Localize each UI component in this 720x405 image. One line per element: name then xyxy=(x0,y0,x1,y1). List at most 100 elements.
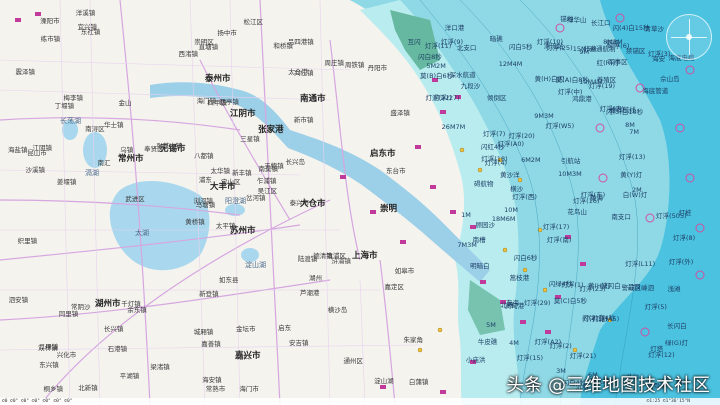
label-marine: 6M2M xyxy=(521,156,541,165)
label-marine: 闪红4秒 xyxy=(480,143,505,152)
label-town: 盛泽镇 xyxy=(390,109,410,118)
label-marine: 黄沙洋 xyxy=(500,171,520,180)
label-town: 朱家角 xyxy=(403,335,424,344)
label-marine: 青草沙 xyxy=(644,24,665,33)
label-town: 太仓港 xyxy=(288,67,308,76)
label-marine: 绿(G)灯 xyxy=(664,338,688,347)
label-marine: 灯浮(29) xyxy=(524,298,551,307)
label-marine: 海底管道 xyxy=(642,87,669,96)
label-town: 湖州 xyxy=(309,274,323,283)
label-marine: 横沙 xyxy=(510,184,524,193)
label-town: 港口 xyxy=(237,353,251,362)
label-town: 金坛市 xyxy=(235,324,256,333)
label-town: 宜兴镇 xyxy=(77,23,98,32)
label-marine: 10M xyxy=(504,206,518,215)
label-town: 洋溪镇 xyxy=(75,9,96,18)
label-marine: 浅滩 xyxy=(667,284,681,293)
nautical-map[interactable]: 大丰市 苏州市 上海市 南通市 张家港 常州市 无锡市 嘉兴市 湖州市 泰州市 … xyxy=(0,0,720,405)
label-town: 石港镇 xyxy=(107,344,128,353)
label-town: 兴化市 xyxy=(56,350,77,359)
label-marine: 灯浮(11) xyxy=(425,42,452,51)
label-marine: 灯浮(21) xyxy=(569,352,597,361)
label-marine: 长江口 xyxy=(590,19,611,28)
label-marine: 9M3M xyxy=(534,112,554,121)
label-town: 泰兴市 xyxy=(289,198,310,207)
label-town: 平湖镇 xyxy=(119,372,140,381)
label-marine: 2M xyxy=(631,186,642,195)
label-marine: 锚地 xyxy=(560,14,574,23)
label-marine: 分道通航制 xyxy=(583,45,616,54)
label-town: 东台市 xyxy=(385,166,406,175)
label-city: 上海市 xyxy=(352,251,378,261)
label-marine: 引航站 xyxy=(560,157,581,166)
label-town: 淀山湖 xyxy=(374,376,394,385)
label-town: 如皋市 xyxy=(394,266,415,275)
label-town: 昆山市 xyxy=(27,149,47,158)
label-town: 练市镇 xyxy=(40,34,61,43)
label-town: 千灯镇 xyxy=(121,300,141,309)
label-town: 如东县 xyxy=(218,276,239,285)
label-town: 南汇 xyxy=(97,158,111,167)
yangtze-river xyxy=(150,82,290,148)
label-town: 梁渚镇 xyxy=(150,362,170,371)
label-town: 长兴镇 xyxy=(103,324,124,333)
label-town: 新登镇 xyxy=(199,289,219,298)
label-town: 武进区 xyxy=(125,194,145,203)
label-town: 震泽镇 xyxy=(15,67,35,76)
label-town: 崇明区 xyxy=(194,37,214,46)
label-town: 海盐镇 xyxy=(8,145,28,154)
label-marine: 小庙洪 xyxy=(465,356,486,364)
label-marine: 灯浮(西) xyxy=(512,193,537,202)
label-marine: 花鸟山 xyxy=(567,208,587,216)
label-lake: 太湖 xyxy=(135,229,149,237)
label-marine: 灯浮(L11) xyxy=(625,260,656,269)
label-town: 沙溪镇 xyxy=(25,165,45,174)
label-town: 周庄镇 xyxy=(324,59,345,68)
label-town: 双林镇 xyxy=(38,343,58,352)
label-marine: 灯浮(15) xyxy=(516,353,543,362)
label-marine: 长闪白 xyxy=(667,321,687,330)
label-town: 八都镇 xyxy=(194,152,214,161)
label-marine: 嵊泗 xyxy=(640,283,654,292)
label-town: 浏河镇 xyxy=(193,197,213,206)
label-town: 四甲镇 xyxy=(207,98,227,107)
label-town: 三星镇 xyxy=(240,134,260,143)
label-town: 嘉定区 xyxy=(384,283,404,292)
label-marine: 北支口 xyxy=(456,44,477,53)
label-city: 张家港 xyxy=(258,125,284,135)
label-town: 南浔区 xyxy=(85,124,105,133)
label-town: 乌镇 xyxy=(120,145,134,154)
label-city: 常州市 xyxy=(118,154,144,164)
label-marine: 快闪白 xyxy=(601,282,621,291)
label-marine: 灯浮(内) xyxy=(599,104,625,113)
label-marine: 5M xyxy=(486,320,496,329)
label-town: 松江区 xyxy=(243,18,263,27)
status-left: ©0 ©0° ©0° ©0° ©0° ©0° ©0° xyxy=(2,399,73,404)
label-town: 同里镇 xyxy=(58,310,79,319)
label-marine: 灯浮(27) xyxy=(433,94,460,103)
label-marine: 北槽 xyxy=(500,301,514,310)
label-marine: 灯浮(东) xyxy=(580,190,606,199)
label-town: 长兴岛 xyxy=(285,157,305,166)
label-town: 太华镇 xyxy=(210,166,231,175)
label-marine: 南支口 xyxy=(611,213,631,222)
label-town: 白蒲镇 xyxy=(408,377,429,386)
label-marine: 1M xyxy=(461,210,471,219)
label-town: 金山 xyxy=(118,98,132,107)
label-marine: 灯浮(13) xyxy=(618,153,646,162)
label-town: 东兴镇 xyxy=(39,360,59,369)
label-marine: 灯浮(17) xyxy=(542,223,570,232)
label-town: 丹阳市 xyxy=(367,64,388,73)
label-lake: 长荡湖 xyxy=(60,117,81,125)
label-town: 奉贤区 xyxy=(144,144,164,153)
label-marine: 碍航物 xyxy=(473,180,494,189)
label-town: 海安镇 xyxy=(202,376,222,385)
label-town: 乍浦镇 xyxy=(256,176,277,185)
label-marine: 鸿鼎港 xyxy=(572,94,592,103)
label-town: 吴江区 xyxy=(257,187,278,196)
label-town: 丁堰镇 xyxy=(54,101,75,110)
label-marine: 佘山岛 xyxy=(660,74,680,83)
label-town: 太平镇 xyxy=(215,222,236,231)
compass-control[interactable] xyxy=(666,14,712,60)
label-marine: 互闪 xyxy=(407,38,421,47)
